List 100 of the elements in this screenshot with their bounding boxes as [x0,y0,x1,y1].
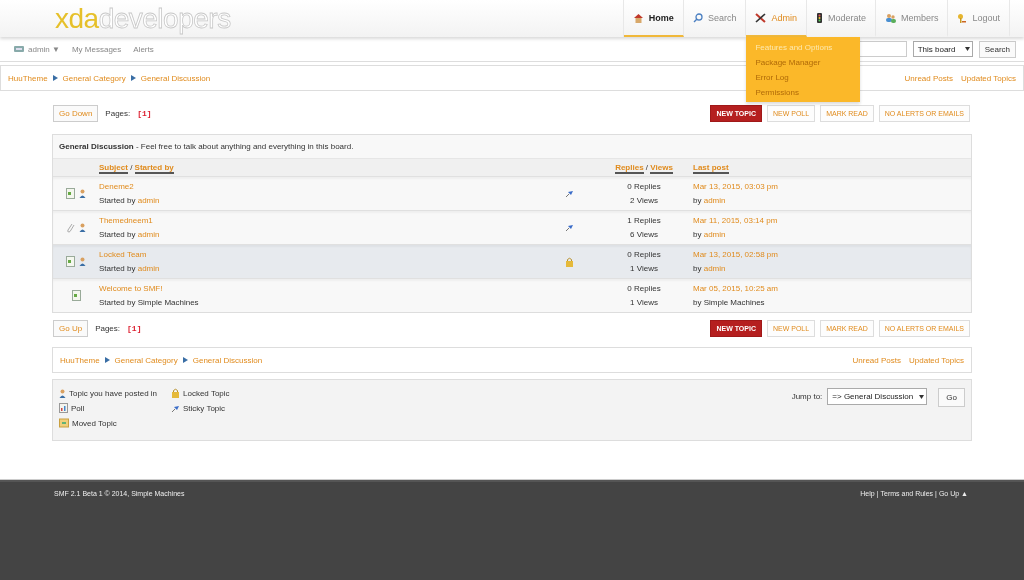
reply-count: 0 Replies [627,182,661,191]
view-count: 6 Views [630,230,658,239]
search-icon [692,12,703,23]
menu-item[interactable]: Features and Options [746,40,861,55]
starter-line: Started by Simple Machines [99,298,200,307]
caret-icon [964,47,970,51]
last-post-link[interactable]: Mar 05, 2015, 10:25 am [693,284,971,293]
user-link[interactable]: Alerts [133,44,154,54]
jump-label: Jump to: [791,392,823,401]
menu-item[interactable]: Package Manager [746,55,861,70]
last-post-author: by admin [693,230,727,239]
menu-item[interactable]: Error Log [746,70,861,85]
user-link[interactable]: My Messages [71,44,122,54]
page-link[interactable]: [1] [127,324,142,333]
breadcrumb-link[interactable]: General Category [62,73,126,83]
column-header[interactable]: Subject [99,163,128,174]
author-link[interactable]: admin [137,230,160,239]
document-icon [71,290,81,301]
legend-label: Topic you have posted in [69,388,158,398]
people-icon [884,12,896,23]
topic-link[interactable]: Deneme2 [99,182,539,191]
tools-icon [755,12,767,23]
arrow-icon [52,75,58,81]
board-title: General Discussion - Feel free to talk about anything and everything in this board. [53,135,971,159]
lock-icon [171,388,180,398]
traffic-light-icon [815,12,823,23]
separator: / [644,163,650,172]
legend-label: Sticky Topic [183,403,226,413]
starter-line: Started by admin [99,230,161,239]
board-select[interactable]: => General Discussion [827,388,928,405]
search-button[interactable]: Search [978,40,1016,58]
reply-count: 0 Replies [627,250,661,259]
legend-label: Poll [71,403,85,413]
breadcrumb-link[interactable]: General Category [114,355,178,365]
pages-label: Pages: [95,324,121,333]
pin-icon [564,223,574,232]
user-menu[interactable]: admin ▼ [14,44,60,54]
view-count: 2 Views [630,196,658,205]
nav-link[interactable]: Updated Topics [961,73,1016,83]
topic-link[interactable]: Locked Team [99,250,539,259]
column-header[interactable]: Views [650,163,673,174]
breadcrumb-link[interactable]: General Discussion [192,355,263,365]
menu-item[interactable]: Permissions [746,85,861,100]
last-post-link[interactable]: Mar 11, 2015, 03:14 pm [693,216,971,225]
column-header[interactable]: Started by [134,163,174,174]
breadcrumb-link[interactable]: HuuTheme [60,355,100,365]
last-post-author: by Simple Machines [693,298,766,307]
arrow-icon [104,357,110,363]
house-icon [632,12,644,23]
topic-link[interactable]: Themedneem1 [99,216,539,225]
page-jump-button[interactable]: Go Up [53,320,89,337]
starter-line: Started by admin [99,264,161,273]
last-post-author: by admin [693,196,727,205]
author-link[interactable]: admin [703,196,726,205]
person-icon [79,189,86,198]
avatar-icon [14,45,24,53]
separator: / [129,163,134,172]
nav-link[interactable]: Unread Posts [852,355,901,365]
author-link[interactable]: admin [137,196,160,205]
topic-link[interactable]: Welcome to SMF! [99,284,539,293]
pin-icon [171,403,180,413]
nav-tab[interactable]: Search [683,0,747,37]
nav-link[interactable]: Updated Topics [909,355,964,365]
nav-tab[interactable]: Members [875,0,949,37]
document-icon [66,188,75,199]
nav-tab[interactable]: Logout [948,0,1010,37]
nav-tab[interactable]: Home [623,0,684,37]
column-header[interactable]: Last post [693,163,729,174]
column-header[interactable]: Replies [615,163,644,174]
lock-icon [564,256,574,267]
person-icon [79,257,86,266]
arrow-icon [182,357,188,363]
reply-count: 1 Replies [627,216,661,225]
nav-link[interactable]: Unread Posts [904,73,953,83]
page-jump-button[interactable]: Go Down [53,105,99,122]
nav-tab[interactable]: Moderate [806,0,876,37]
key-icon [957,12,968,23]
poll-icon [59,403,68,413]
paperclip-icon [66,222,75,233]
scope-select[interactable]: This board [912,41,973,57]
moved-icon [59,418,69,428]
person-icon [79,223,86,232]
view-count: 1 Views [630,264,658,273]
person-icon [59,388,66,398]
legend-label: Moved Topic [72,418,117,428]
pages-label: Pages: [105,109,131,118]
author-link[interactable]: admin [703,230,726,239]
reply-count: 0 Replies [627,284,661,293]
last-post-link[interactable]: Mar 13, 2015, 03:03 pm [693,182,971,191]
last-post-author: by admin [693,264,727,273]
go-button[interactable]: Go [938,388,965,407]
starter-line: Started by admin [99,196,161,205]
author-link[interactable]: admin [703,264,726,273]
page-link[interactable]: [1] [137,109,152,118]
breadcrumb-link[interactable]: General Discussion [140,73,211,83]
author-link[interactable]: admin [137,264,160,273]
document-icon [66,256,75,267]
breadcrumb-link[interactable]: HuuTheme [8,73,48,83]
last-post-link[interactable]: Mar 13, 2015, 02:58 pm [693,250,971,259]
caret-icon [919,394,925,399]
